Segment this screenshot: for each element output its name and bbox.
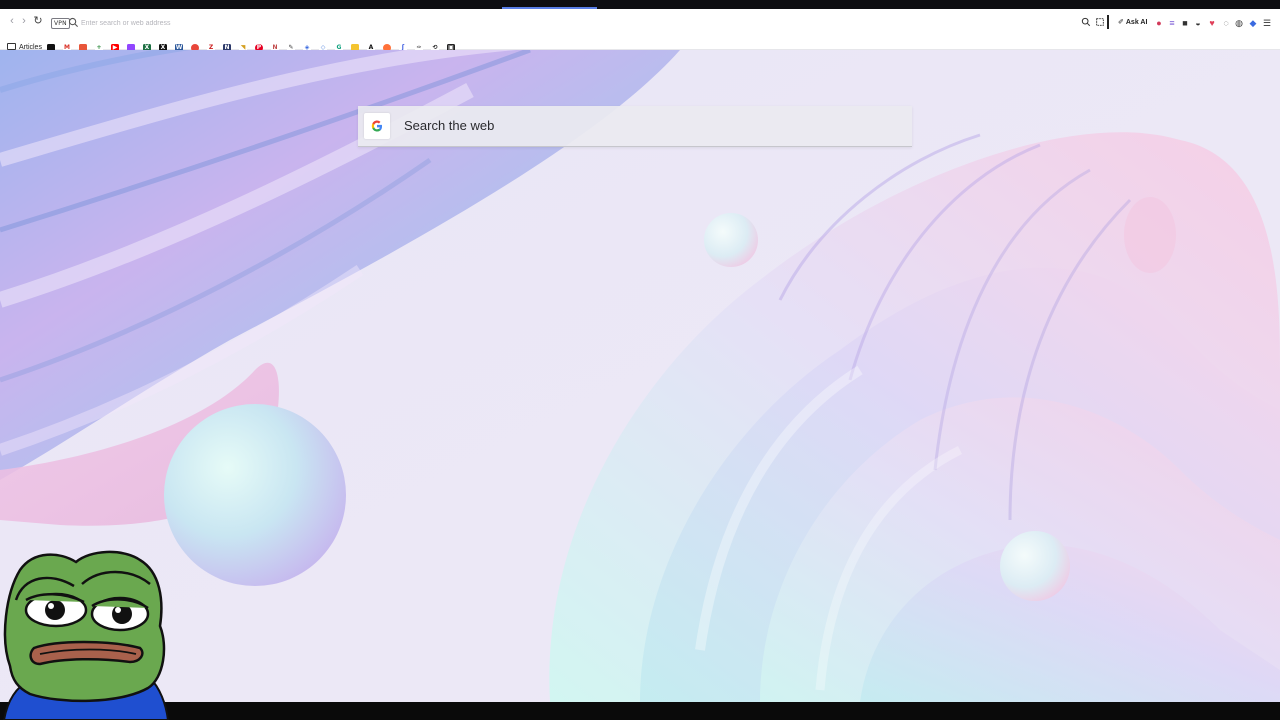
google-icon[interactable] <box>364 113 390 139</box>
web-search-box[interactable]: Search the web <box>358 106 912 147</box>
extensions-icon[interactable]: ◆ <box>1249 17 1257 29</box>
search-icon <box>68 17 79 28</box>
zoom-icon[interactable] <box>1081 17 1091 29</box>
new-tab-page: Search the web <box>0 50 1280 702</box>
ask-ai-label: Ask AI <box>1125 19 1148 26</box>
folder-icon <box>7 42 16 50</box>
forward-icon[interactable]: › <box>17 14 31 28</box>
account-icon[interactable]: ◍ <box>1235 17 1243 29</box>
ask-ai-button[interactable]: ✐ Ask AI <box>1118 17 1147 29</box>
address-bar-input[interactable] <box>81 15 441 31</box>
extension-chat-icon[interactable]: ◌ <box>1222 17 1230 29</box>
vpn-badge[interactable]: VPN <box>51 18 70 29</box>
pepe-frog-sticker <box>2 550 170 720</box>
extension-eye-icon[interactable]: ◒ <box>1194 17 1202 29</box>
extension-pin-icon[interactable]: ● <box>1155 17 1163 29</box>
extension-heart-icon[interactable]: ♥ <box>1208 17 1216 29</box>
toolbar-divider <box>1107 15 1109 29</box>
screen-bottom-edge <box>0 702 1280 720</box>
reload-icon[interactable]: ↻ <box>31 14 45 28</box>
menu-icon[interactable]: ☰ <box>1263 17 1271 29</box>
tab-strip <box>0 0 1280 9</box>
extension-list-icon[interactable]: ≡ <box>1168 17 1176 29</box>
screenshot-icon[interactable] <box>1095 17 1105 29</box>
extension-lock-icon[interactable]: ■ <box>1181 17 1189 29</box>
wallpaper-image <box>0 50 1280 702</box>
search-placeholder: Search the web <box>404 118 495 133</box>
browser-toolbar: ‹ › ↻ VPN ✐Ask AI ● ≡ ■ ◒ ♥ ◌ ◍ ◆ ☰ Arti… <box>0 9 1280 52</box>
sparkle-icon: ✐ <box>1118 19 1124 26</box>
